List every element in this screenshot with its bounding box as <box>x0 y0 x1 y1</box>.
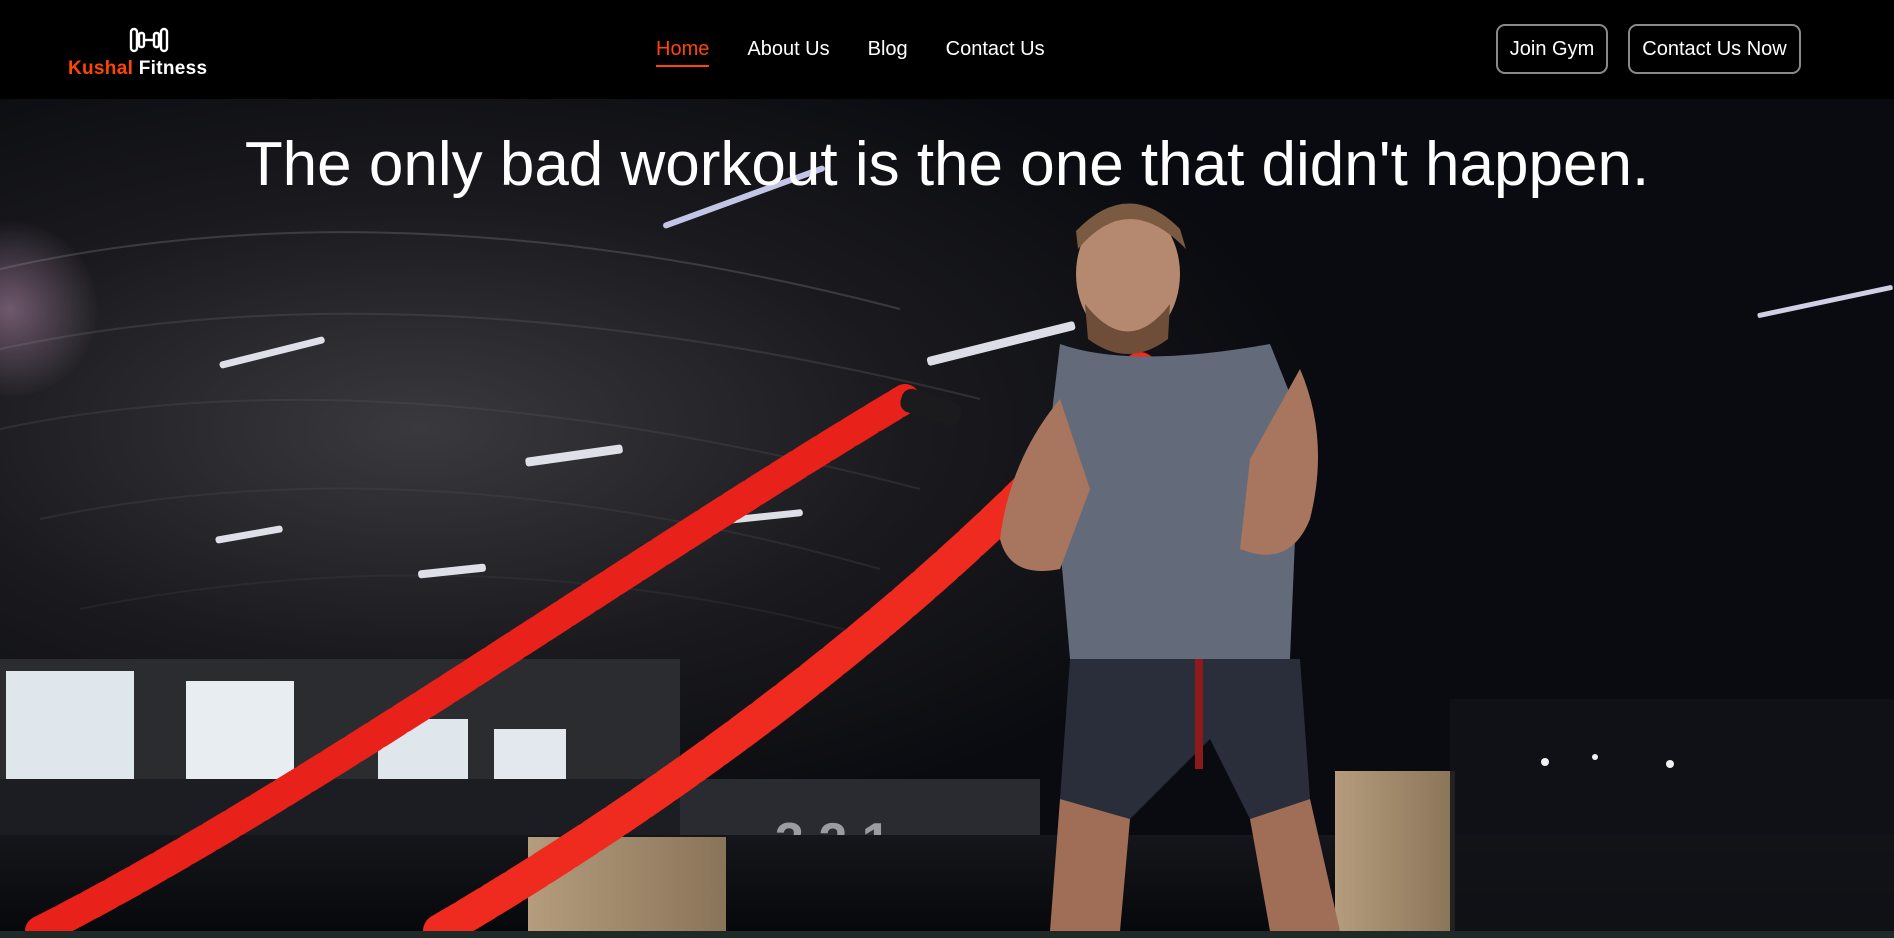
contact-us-now-button[interactable]: Contact Us Now <box>1628 24 1801 74</box>
nav-link-contact[interactable]: Contact Us <box>946 35 1045 65</box>
top-navbar: Kushal Fitness Home About Us Blog Contac… <box>0 0 1894 99</box>
nav-links: Home About Us Blog Contact Us <box>656 35 1045 67</box>
hero-bottom-edge <box>0 931 1894 938</box>
brand-logo[interactable]: Kushal Fitness <box>68 26 232 82</box>
join-gym-button[interactable]: Join Gym <box>1496 24 1608 74</box>
nav-link-blog[interactable]: Blog <box>868 35 908 65</box>
brand-name-accent: Kushal <box>68 58 134 79</box>
nav-link-home[interactable]: Home <box>656 35 710 67</box>
dumbbell-icon <box>129 27 169 53</box>
plyo-box-right <box>1335 771 1455 931</box>
hero-headline: The only bad workout is the one that did… <box>244 130 1650 199</box>
athlete-figure <box>1000 203 1340 931</box>
brand-name: Kushal Fitness <box>68 58 207 80</box>
hero-background-image: 3 2 1 <box>0 165 1894 931</box>
nav-link-about[interactable]: About Us <box>747 35 829 65</box>
hero-section: 3 2 1 The only bad worko <box>0 99 1894 931</box>
brand-name-rest: Fitness <box>138 58 208 79</box>
